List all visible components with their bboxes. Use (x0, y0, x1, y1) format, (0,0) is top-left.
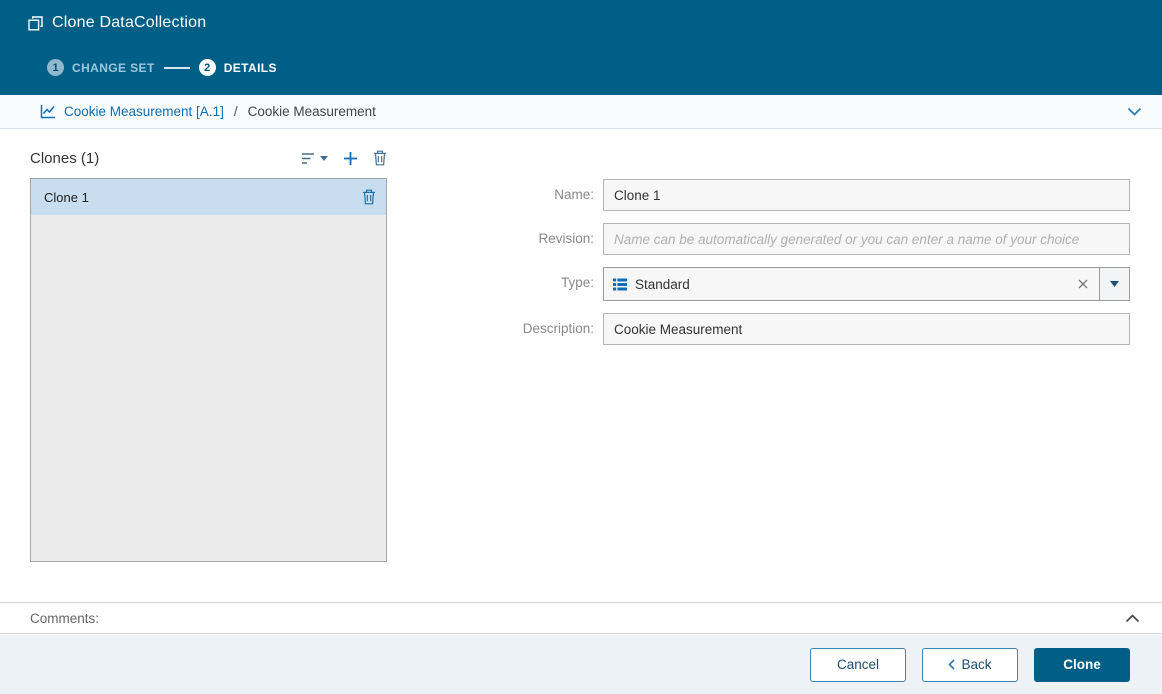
type-dropdown[interactable]: Standard (603, 267, 1130, 301)
footer-action-bar: Cancel Back Clone (0, 635, 1162, 694)
details-form: Name: Revision: Type: Standard (453, 179, 1130, 357)
breadcrumb-link[interactable]: Cookie Measurement [A.1] (64, 104, 224, 119)
step2-label: DETAILS (223, 60, 277, 75)
delete-clone-button[interactable] (373, 150, 387, 166)
name-row: Name: (453, 179, 1130, 211)
table-type-icon (613, 278, 627, 291)
clear-x-icon (1078, 279, 1088, 289)
step1-number: 1 (47, 59, 64, 76)
step-change-set[interactable]: 1 CHANGE SET (47, 59, 155, 76)
chevron-left-icon (948, 659, 956, 670)
clear-type-button[interactable] (1067, 268, 1099, 300)
revision-input[interactable] (603, 223, 1130, 255)
clones-title: Clones (1) (30, 149, 100, 167)
type-value: Standard (635, 276, 690, 292)
clones-toolbar (301, 150, 387, 166)
breadcrumb-current: Cookie Measurement (247, 104, 376, 119)
chart-icon (40, 104, 56, 119)
clone-list: Clone 1 (30, 178, 387, 562)
step-connector (163, 66, 190, 69)
cancel-button[interactable]: Cancel (810, 647, 906, 682)
type-dropdown-button[interactable] (1099, 268, 1129, 300)
comments-label: Comments: (30, 610, 100, 626)
chevron-up-icon[interactable] (1125, 613, 1140, 623)
step1-label: CHANGE SET (72, 60, 155, 75)
page-title: Clone DataCollection (52, 14, 207, 31)
filter-caret-icon (320, 155, 328, 161)
clone-datacollection-dialog: Clone DataCollection 1 CHANGE SET 2 DETA… (0, 0, 1162, 694)
step-details[interactable]: 2 DETAILS (198, 59, 277, 76)
breadcrumb: Cookie Measurement [A.1] / Cookie Measur… (0, 95, 1162, 129)
clones-panel: Clones (1) Clone 1 (30, 146, 387, 562)
clone-button[interactable]: Clone (1034, 647, 1130, 682)
cancel-button-label: Cancel (836, 657, 880, 672)
name-input[interactable] (603, 179, 1130, 211)
description-input[interactable] (603, 313, 1130, 345)
remove-clone-button[interactable] (362, 189, 376, 205)
trash-icon (373, 150, 387, 166)
name-label: Name: (554, 187, 594, 202)
list-item[interactable]: Clone 1 (31, 179, 386, 215)
title-row: Clone DataCollection (0, 0, 1162, 32)
chevron-down-icon[interactable] (1127, 107, 1142, 116)
description-label: Description: (522, 321, 594, 336)
breadcrumb-separator: / (233, 104, 238, 119)
trash-icon (362, 189, 376, 205)
type-label: Type: (560, 275, 594, 290)
add-clone-button[interactable] (343, 151, 358, 166)
clone-button-label: Clone (1063, 657, 1101, 672)
back-button-label: Back (961, 657, 992, 672)
header: Clone DataCollection 1 CHANGE SET 2 DETA… (0, 0, 1162, 95)
back-button[interactable]: Back (922, 647, 1018, 682)
clone-item-label: Clone 1 (44, 189, 89, 205)
dropdown-caret-icon (1110, 281, 1119, 287)
step2-number: 2 (198, 59, 216, 76)
description-row: Description: (453, 313, 1130, 345)
clone-icon (28, 15, 43, 31)
clones-panel-header: Clones (1) (30, 146, 387, 170)
revision-label: Revision: (538, 231, 594, 246)
filter-menu-button[interactable] (301, 152, 328, 165)
plus-icon (343, 151, 358, 166)
type-row: Type: Standard (453, 267, 1130, 301)
comments-section: Comments: (0, 602, 1162, 634)
filter-icon (301, 152, 316, 165)
wizard-stepper: 1 CHANGE SET 2 DETAILS (47, 59, 277, 76)
revision-row: Revision: (453, 223, 1130, 255)
